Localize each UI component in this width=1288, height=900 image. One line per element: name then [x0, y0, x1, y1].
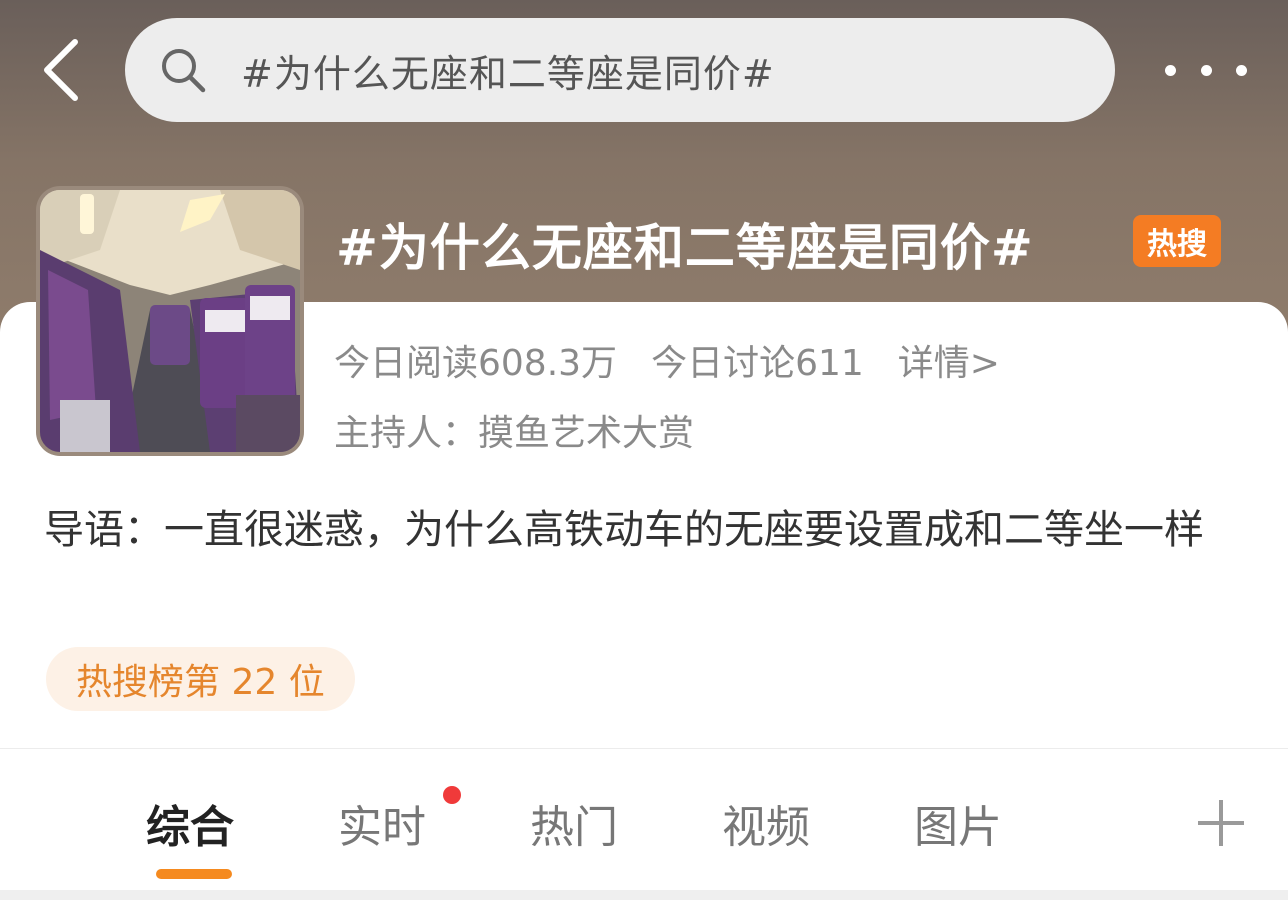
active-tab-indicator	[156, 869, 232, 879]
topic-title: #为什么无座和二等座是同价#	[336, 219, 1034, 277]
tab-video[interactable]: 视频	[722, 791, 810, 855]
back-button[interactable]	[36, 38, 86, 102]
more-dot	[1165, 64, 1176, 76]
search-bar[interactable]: #为什么无座和二等座是同价#	[125, 18, 1115, 122]
tab-overall[interactable]: 综合	[146, 791, 234, 855]
tab-images[interactable]: 图片	[914, 791, 1002, 855]
search-icon	[157, 44, 209, 96]
tab-hot[interactable]: 热门	[530, 791, 618, 855]
train-interior-picture	[40, 190, 300, 452]
topic-host: 主持人：摸鱼艺术大赏	[334, 413, 695, 454]
more-dot	[1236, 64, 1247, 76]
search-query-text: #为什么无座和二等座是同价#	[241, 51, 775, 96]
section-divider	[0, 890, 1288, 900]
hot-rank-tag[interactable]: 热搜榜第 22 位	[46, 647, 355, 711]
topic-stats: 今日阅读608.3万 今日讨论611 详情>	[334, 334, 1000, 386]
more-dot	[1200, 64, 1212, 76]
chevron-left-icon	[44, 39, 78, 101]
add-tab-button[interactable]	[1198, 800, 1244, 846]
tab-realtime[interactable]: 实时	[338, 791, 426, 855]
hot-search-badge: 热搜	[1133, 215, 1221, 267]
topic-cover-image[interactable]	[36, 186, 304, 456]
read-count: 今日阅读608.3万	[334, 343, 618, 384]
discuss-count: 今日讨论611	[651, 343, 864, 384]
new-content-dot	[443, 786, 461, 804]
topic-intro: 导语：一直很迷惑，为什么高铁动车的无座要设置成和二等坐一样	[44, 507, 1204, 553]
tab-bar: 综合 实时 热门 视频 图片	[0, 748, 1288, 891]
details-link[interactable]: 详情>	[898, 334, 1000, 386]
more-options-button[interactable]	[1165, 52, 1247, 88]
